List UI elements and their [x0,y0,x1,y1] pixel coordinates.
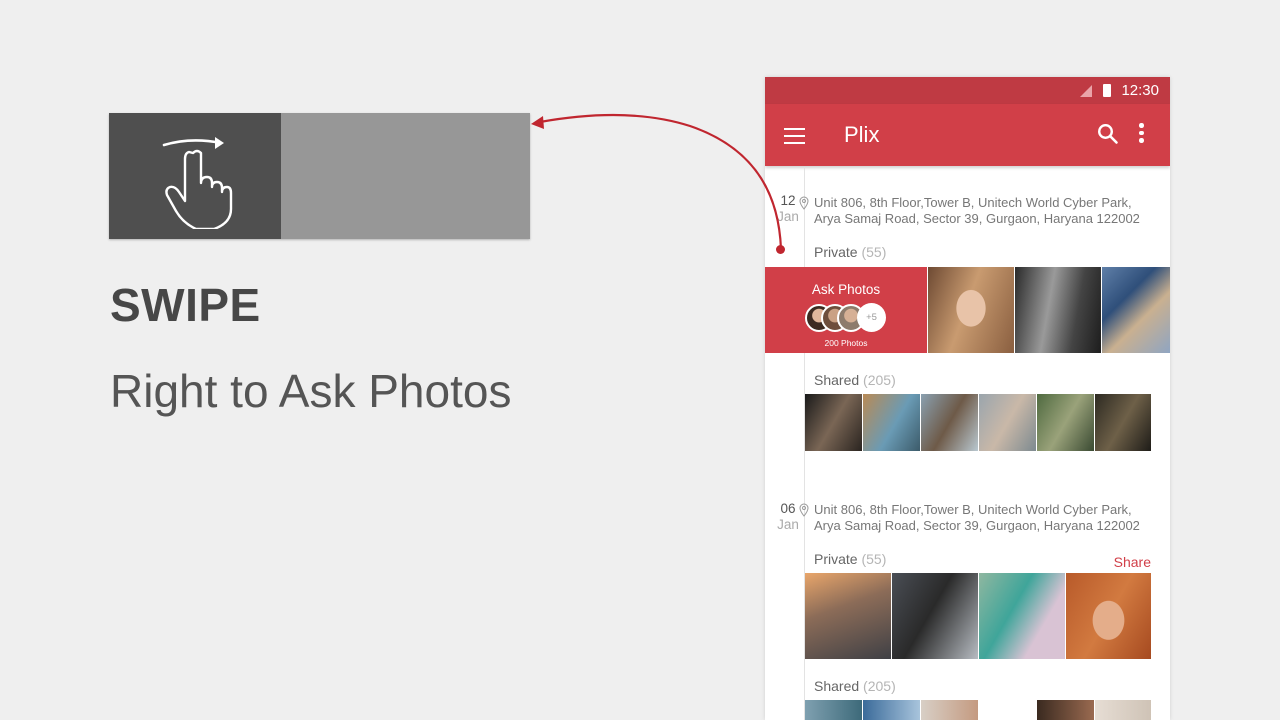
location-pin-icon [799,196,809,210]
photo-thumbnail[interactable] [863,394,920,451]
photo-thumbnail[interactable] [1095,700,1151,720]
avatar-group: +5 [805,303,895,332]
photo-thumbnail[interactable] [921,394,978,451]
address-line-2: Arya Samaj Road, Sector 39, Gurgaon, Har… [814,517,1140,533]
photo-thumbnail[interactable] [892,573,978,659]
swipe-right-hand-icon [162,137,233,229]
swipe-start-dot [776,245,785,254]
photo-thumbnail[interactable] [1037,700,1094,720]
more-avatars-badge: +5 [857,303,886,332]
photo-thumbnail[interactable] [1066,573,1151,659]
status-time: 12:30 [1121,82,1159,99]
private-section-label: Private (55) [814,551,886,567]
shared-section-label: Shared (205) [814,372,896,388]
photo-thumbnail[interactable] [805,394,862,451]
photo-thumbnail[interactable] [1095,394,1151,451]
address-line-1: Unit 806, 8th Floor,Tower B, Unitech Wor… [814,195,1132,210]
menu-icon[interactable] [784,128,805,144]
entry-address: Unit 806, 8th Floor,Tower B, Unitech Wor… [814,195,1164,226]
photo-thumbnail[interactable] [979,394,1036,451]
share-link[interactable]: Share [1114,554,1151,570]
app-title: Plix [844,122,880,147]
address-line-1: Unit 806, 8th Floor,Tower B, Unitech Wor… [814,502,1132,517]
signal-icon [1080,85,1092,97]
more-options-icon[interactable] [1139,123,1145,146]
shared-count: (205) [863,372,896,388]
photo-thumbnail[interactable] [921,700,978,720]
location-pin-icon [799,503,809,517]
private-label: Private [814,551,858,567]
photo-thumbnail[interactable] [979,573,1065,659]
photo-thumbnail[interactable] [805,700,862,720]
shared-section-label: Shared (205) [814,678,896,694]
swipe-gesture-card [109,113,530,239]
phone-screen: 12:30 Plix 12 Jan Unit 806, 8th Floor,To… [765,77,1170,720]
shared-label: Shared [814,372,860,388]
battery-icon [1103,84,1111,97]
date-month: Jan [777,517,799,532]
search-icon[interactable] [1097,123,1119,145]
photo-thumbnail[interactable] [1102,267,1170,353]
private-section-label: Private (55) [814,244,886,260]
shared-count: (205) [863,678,896,694]
photo-thumbnail[interactable] [1015,267,1101,353]
private-count: (55) [861,551,887,567]
swipe-title: SWIPE [110,279,261,331]
photo-thumbnail[interactable] [805,573,891,659]
status-bar: 12:30 [765,77,1170,104]
gesture-light-panel [281,113,530,239]
private-count: (55) [861,244,887,260]
photo-thumbnail[interactable] [863,700,920,720]
photo-thumbnail[interactable] [928,267,1014,353]
shared-label: Shared [814,678,860,694]
ask-photos-title: Ask Photos [811,282,881,297]
entry-address: Unit 806, 8th Floor,Tower B, Unitech Wor… [814,502,1164,533]
swipe-subtitle: Right to Ask Photos [110,365,512,417]
ask-photos-count: 200 Photos [824,338,868,348]
app-bar: Plix [765,104,1170,166]
ask-photos-panel[interactable]: Ask Photos +5 200 Photos [765,267,927,353]
date-month: Jan [777,209,799,224]
gesture-dark-panel [109,113,281,239]
address-line-2: Arya Samaj Road, Sector 39, Gurgaon, Har… [814,210,1140,226]
private-label: Private [814,244,858,260]
photo-thumbnail[interactable] [1037,394,1094,451]
